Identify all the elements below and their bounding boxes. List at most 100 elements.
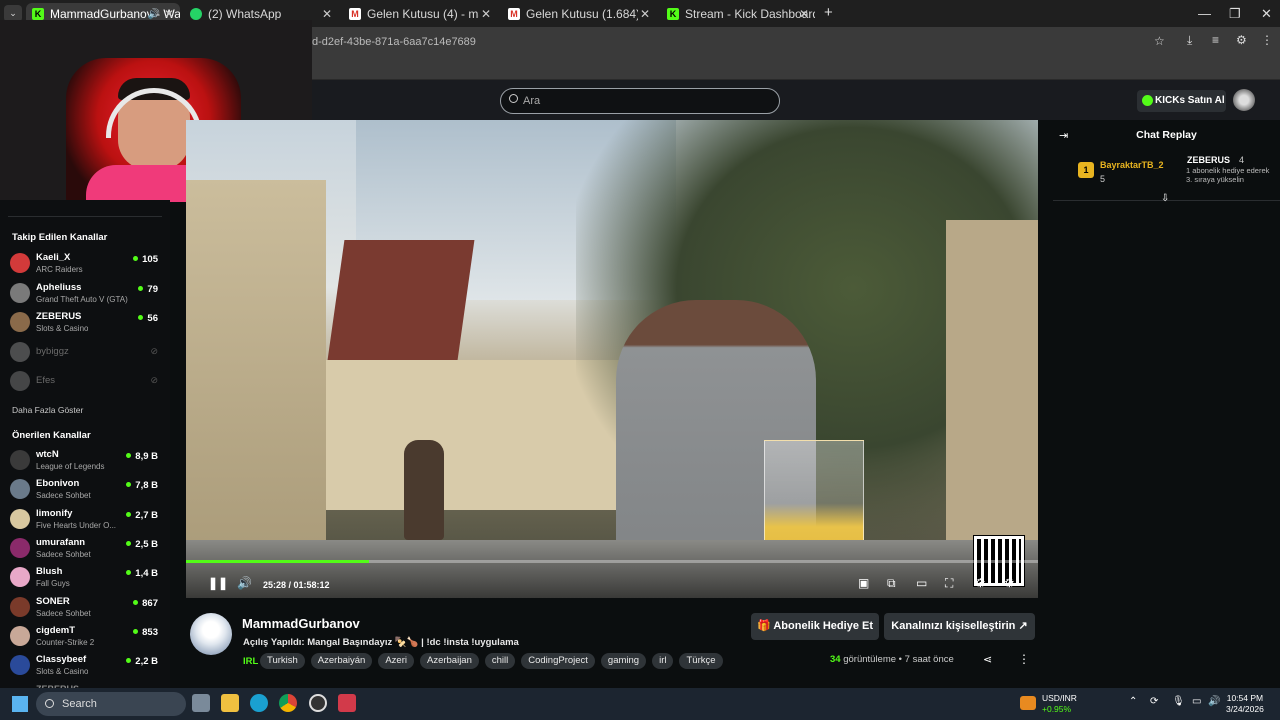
progress-bar[interactable] [186, 560, 1038, 563]
tag-pill[interactable]: Azeri [378, 653, 414, 669]
stream-title: Açılış Yapıldı: Mangal Başındayız 🍢🍗 | !… [243, 637, 519, 648]
chevron-up-icon[interactable]: ⌃ [1129, 696, 1137, 707]
channel-avatar [10, 596, 30, 617]
fullscreen-icon[interactable]: ⛶ [945, 576, 953, 591]
volume-icon[interactable]: 🔊 [1208, 696, 1220, 707]
gear-icon[interactable]: ⚙ [1004, 576, 1015, 590]
kick-icon: K [667, 8, 679, 20]
taskbar-search[interactable]: Search [36, 692, 186, 716]
tab-title: Gelen Kutusu (1.684) - memme [526, 7, 638, 21]
settings-icon[interactable]: ⚙ [975, 576, 986, 590]
minimize-button[interactable]: — [1198, 6, 1211, 21]
gmail-icon: M [508, 8, 520, 20]
tab-gmail-1[interactable]: M Gelen Kutusu (4) - mammadgu ✕ [343, 3, 497, 25]
channel-category: Grand Theft Auto V (GTA) [36, 294, 128, 304]
channel-item[interactable]: Apheliuss Grand Theft Auto V (GTA) 79 [10, 280, 162, 308]
tag-pill[interactable]: irl [652, 653, 674, 669]
streamer-avatar[interactable] [190, 613, 232, 655]
tab-gmail-2[interactable]: M Gelen Kutusu (1.684) - memme ✕ [502, 3, 656, 25]
tab-kick-dashboard[interactable]: K Stream - Kick Dashboard ✕ [661, 3, 815, 25]
menu-icon[interactable]: ⋮ [1261, 33, 1273, 47]
tag-pill[interactable]: gaming [600, 653, 647, 669]
chrome-icon[interactable] [279, 694, 297, 712]
more-options-icon[interactable]: ⋮ [1018, 652, 1030, 666]
tag-pill[interactable]: Azerbaijan [419, 653, 479, 669]
channel-item[interactable]: bybiggz ⊘ [10, 339, 162, 367]
tag-pill[interactable]: Azerbaiyán [310, 653, 373, 669]
channel-category: Counter-Strike 2 [36, 637, 95, 647]
close-icon[interactable]: ✕ [481, 7, 491, 21]
tag-pill[interactable]: chill [484, 653, 516, 669]
gmail-icon: M [349, 8, 361, 20]
share-icon[interactable]: ⋖ [983, 653, 992, 666]
close-icon[interactable]: ✕ [799, 7, 809, 21]
channel-item[interactable]: limonify Five Hearts Under O... 2,7 B [10, 506, 162, 534]
category-link[interactable]: IRL [243, 656, 258, 667]
new-tab-button[interactable]: + [824, 4, 833, 21]
sync-icon[interactable]: ⟳ [1150, 696, 1158, 707]
video-player[interactable] [186, 120, 1038, 598]
url-field[interactable]: d-d2ef-43be-871a-6aa7c14e7689 [312, 31, 1182, 53]
star-icon[interactable]: ☆ [1154, 34, 1165, 48]
gift-subscription-button[interactable]: 🎁 Abonelik Hediye Et [751, 613, 879, 640]
chat-user-count: 5 [1100, 174, 1106, 184]
external-link-icon: ↗ [1018, 620, 1028, 632]
views-info: 34 görüntüleme • 7 saat önce [830, 654, 954, 665]
channel-name: Classybeef [36, 654, 87, 666]
channel-item[interactable]: SONER Sadece Sohbet 867 [10, 594, 162, 622]
ticker-widget[interactable]: USD/INR +0.95% [1042, 693, 1077, 715]
tag-pill[interactable]: Turkish [260, 653, 305, 669]
mic-icon[interactable]: 🎙 [1172, 696, 1185, 707]
tab-title: Gelen Kutusu (4) - mammadgu [367, 7, 479, 21]
theater-icon[interactable]: ▭ [916, 576, 927, 590]
channel-item[interactable]: Classybeef Slots & Casino 2,2 B [10, 652, 162, 680]
app-icon[interactable] [338, 694, 356, 712]
gift-username[interactable]: ZEBERUS [1187, 155, 1230, 165]
channel-item[interactable]: ZEBERUS Slots & Casino 56 [10, 309, 162, 337]
download-icon[interactable]: ⤓ [1187, 33, 1192, 48]
viewer-count: 2,5 B [126, 539, 158, 550]
window-close-button[interactable]: ✕ [1261, 6, 1272, 22]
obs-icon[interactable] [309, 694, 327, 712]
extensions-icon[interactable]: ⚙ [1236, 33, 1247, 47]
user-avatar[interactable] [1233, 89, 1255, 111]
channel-item[interactable]: Kaeli_X ARC Raiders 105 [10, 250, 162, 278]
channel-name: SONER [36, 595, 70, 607]
edge-icon[interactable] [250, 694, 268, 712]
media-icon[interactable]: ≡ [1212, 33, 1219, 47]
close-icon[interactable]: ✕ [640, 7, 650, 21]
search-input[interactable]: Ara [500, 88, 780, 114]
task-view-icon[interactable] [192, 694, 210, 712]
customize-channel-button[interactable]: Kanalınızı kişiselleştirin ↗ [884, 613, 1035, 640]
file-explorer-icon[interactable] [221, 694, 239, 712]
clock[interactable]: 10:54 PM 3/24/2026 [1226, 693, 1264, 715]
tag-pill[interactable]: CodingProject [521, 653, 595, 669]
search-icon [509, 94, 518, 103]
chat-title: Chat Replay [1136, 129, 1197, 141]
channel-item[interactable]: Efes ⊘ [10, 368, 162, 396]
audio-icon[interactable]: 🔊 [148, 9, 160, 20]
channel-item[interactable]: cigdemT Counter-Strike 2 853 [10, 623, 162, 651]
channel-item[interactable]: wtcN League of Legends 8,9 B [10, 447, 162, 475]
show-more-link[interactable]: Daha Fazla Göster [12, 405, 83, 415]
channel-category: Sadece Sohbet [36, 608, 91, 618]
close-icon[interactable]: ✕ [164, 7, 174, 21]
streamer-name[interactable]: MammadGurbanov [242, 616, 360, 631]
windows-start-icon[interactable] [12, 696, 28, 712]
volume-icon[interactable]: 🔊 [237, 576, 252, 590]
pause-icon[interactable]: ❚❚ [208, 576, 228, 590]
miniplayer-icon[interactable]: ▣ [858, 576, 869, 590]
network-icon[interactable]: ▭ [1192, 696, 1201, 707]
channel-item[interactable]: Ebonivon Sadece Sohbet 7,8 B [10, 476, 162, 504]
whatsapp-icon [190, 8, 202, 20]
restore-button[interactable]: ❐ [1229, 6, 1241, 22]
close-icon[interactable]: ✕ [322, 7, 332, 21]
scroll-down-icon[interactable]: ⇩ [1161, 193, 1169, 204]
offline-icon: ⊘ [150, 375, 158, 385]
clock-date: 3/24/2026 [1226, 704, 1264, 714]
channel-item[interactable]: umurafann Sadece Sohbet 2,5 B [10, 535, 162, 563]
tag-pill[interactable]: Türkçe [679, 653, 723, 669]
channel-item[interactable]: Blush Fall Guys 1,4 B [10, 564, 162, 592]
chat-username[interactable]: BayraktarTB_2 [1100, 160, 1164, 170]
clip-icon[interactable]: ⧉ [887, 576, 896, 591]
